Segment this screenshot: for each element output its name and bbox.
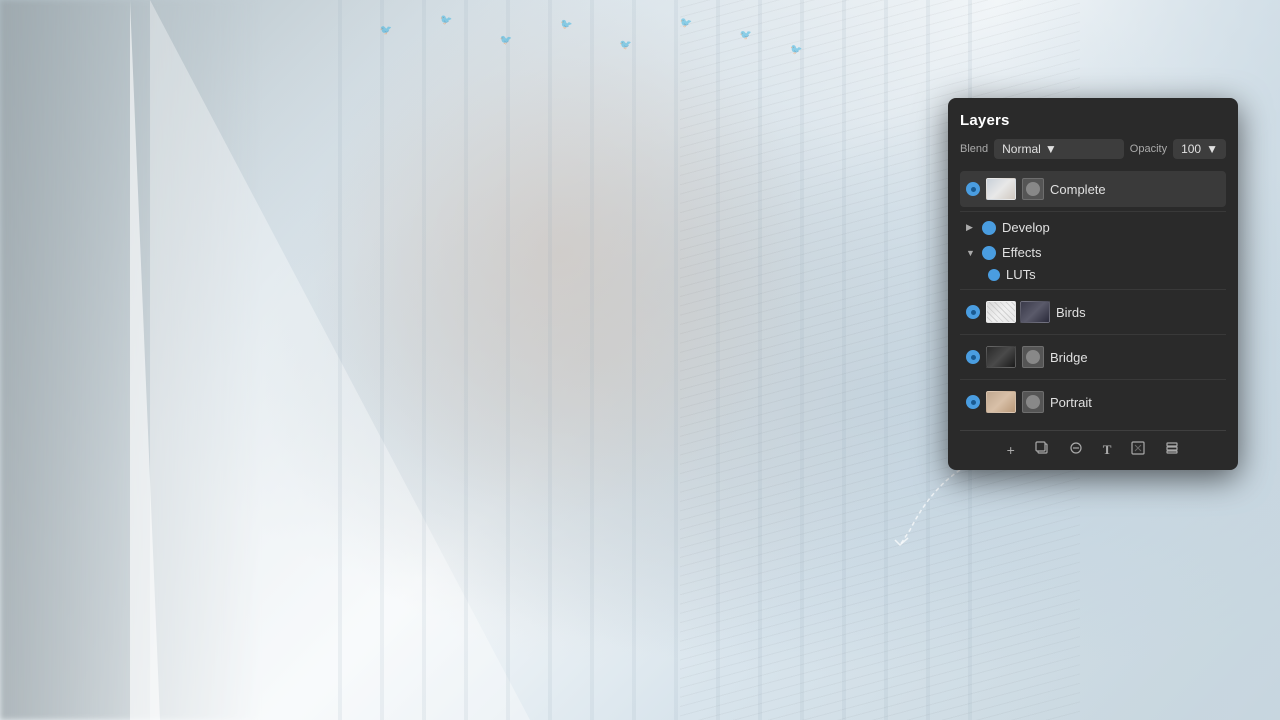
divider-4 [960,379,1226,380]
visibility-complete[interactable] [966,182,980,196]
expand-develop[interactable]: ▶ [966,222,976,233]
add-layer-button[interactable]: + [1005,440,1017,460]
mask-complete [1022,178,1044,200]
layer-name-effects: Effects [1002,245,1220,260]
blend-dropdown-arrow: ▼ [1045,142,1057,156]
layer-birds[interactable]: Birds [960,294,1226,330]
mask-portrait [1022,391,1044,413]
blend-label: Blend [960,143,988,155]
expand-effects[interactable]: ▼ [966,248,976,258]
layers-panel: Layers Blend Normal ▼ Opacity 100 ▼ Comp… [948,98,1238,470]
layer-name-portrait: Portrait [1050,395,1220,410]
thumbnail-birds-dark [1020,301,1050,323]
stack-layer-button[interactable] [1163,439,1181,460]
thumbnail-portrait [986,391,1016,413]
opacity-label: Opacity [1130,143,1167,155]
layer-luts[interactable]: LUTs [960,264,1226,285]
blend-mode-dropdown[interactable]: Normal ▼ [994,139,1124,159]
text-layer-button[interactable]: T [1101,440,1114,460]
visibility-luts[interactable] [988,269,1000,281]
layer-bridge[interactable]: Bridge [960,339,1226,375]
layer-group-effects: ▼ Effects LUTs [960,241,1226,285]
divider-1 [960,211,1226,212]
layer-name-luts: LUTs [1006,267,1226,282]
visibility-portrait[interactable] [966,395,980,409]
thumbnail-bridge [986,346,1016,368]
blend-mode-value: Normal [1002,142,1041,156]
opacity-control[interactable]: 100 ▼ [1173,139,1226,159]
layer-name-bridge: Bridge [1050,350,1220,365]
visibility-bridge[interactable] [966,350,980,364]
opacity-dropdown-arrow: ▼ [1206,142,1218,156]
layer-name-develop: Develop [1002,220,1220,235]
panel-toolbar: + T [960,430,1226,460]
group-header-develop[interactable]: ▶ Develop [960,216,1226,239]
panel-title: Layers [960,112,1226,129]
duplicate-layer-button[interactable] [1033,439,1051,460]
visibility-effects[interactable] [982,246,996,260]
layers-list: Complete ▶ Develop ▼ Effects LUTs [960,171,1226,420]
group-header-effects[interactable]: ▼ Effects [960,241,1226,264]
mask-bridge [1022,346,1044,368]
erase-layer-button[interactable] [1067,439,1085,460]
layer-name-complete: Complete [1050,182,1220,197]
divider-2 [960,289,1226,290]
mask-layer-button[interactable] [1129,439,1147,460]
thumbnail-birds [986,301,1016,323]
thumbnail-complete [986,178,1016,200]
visibility-birds[interactable] [966,305,980,319]
layer-portrait[interactable]: Portrait [960,384,1226,420]
birds-silhouettes: 🐦 🐦 🐦 🐦 🐦 🐦 🐦 🐦 [300,10,900,90]
divider-3 [960,334,1226,335]
layer-name-birds: Birds [1056,305,1220,320]
layer-complete[interactable]: Complete [960,171,1226,207]
layer-group-develop: ▶ Develop [960,216,1226,239]
panel-controls: Blend Normal ▼ Opacity 100 ▼ [960,139,1226,159]
visibility-develop[interactable] [982,221,996,235]
opacity-value: 100 [1181,142,1201,156]
